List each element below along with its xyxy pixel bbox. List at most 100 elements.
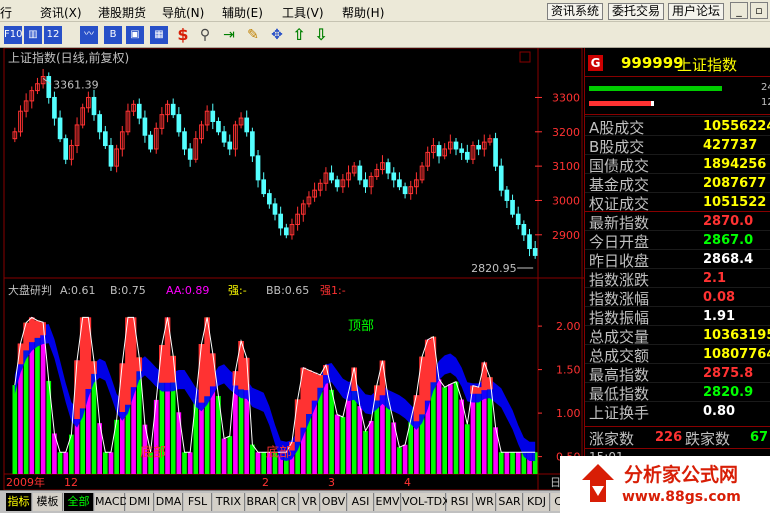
indicator-tick-label: 1.50 xyxy=(556,364,581,377)
quote-row-value: 1894256 xyxy=(703,157,767,172)
candle-body xyxy=(532,248,538,256)
tab-macd[interactable]: MACD xyxy=(95,493,128,511)
candle-body xyxy=(91,96,97,116)
forum-button[interactable]: 用户论坛 xyxy=(668,3,725,20)
tab-模板[interactable]: 模板 xyxy=(33,493,63,511)
tab-rsi[interactable]: RSI xyxy=(447,493,473,511)
chart-close-icon xyxy=(519,51,531,63)
f10-icon[interactable]: F10 xyxy=(4,26,22,44)
quote-row: 指数涨幅 0.08 xyxy=(585,287,770,308)
chart-svg[interactable]: 上证指数(日线,前复权) 3300 3200 3100 3000 2900 3361.39 2… xyxy=(0,48,584,490)
menu-hk-futures[interactable]: 港股期货 xyxy=(98,4,146,21)
tab-dma[interactable]: DMA xyxy=(155,493,183,511)
tab-dmi[interactable]: DMI xyxy=(126,493,154,511)
candle-body xyxy=(176,114,182,133)
tab-kdj[interactable]: KDJ xyxy=(524,493,550,511)
candle-body xyxy=(363,179,368,188)
quote-row: 基金成交 2087677 xyxy=(585,173,770,194)
candle-body xyxy=(283,227,289,236)
quote-row-label: 上证换手 xyxy=(589,404,650,422)
screen-icon[interactable]: ▦ xyxy=(150,26,168,44)
window-icon[interactable]: ▣ xyxy=(126,26,144,44)
quote-row: 指数涨跌 2.1 xyxy=(585,268,770,289)
candle-body xyxy=(267,193,272,205)
indicator-bar xyxy=(102,452,108,474)
menu-assist[interactable]: 辅助(E) xyxy=(222,4,263,21)
indicator-bar xyxy=(448,384,453,474)
quote-row-value: 2.1 xyxy=(703,271,727,286)
line-chart-icon[interactable]: 〰 xyxy=(80,26,98,44)
f12-icon[interactable]: 12 xyxy=(44,26,62,44)
annotation-bottom-1: 底部 xyxy=(140,444,166,460)
tab-asi[interactable]: ASI xyxy=(348,493,374,511)
minimize-icon[interactable]: _ xyxy=(730,2,748,19)
indicator-bar xyxy=(436,379,442,474)
tab-trix[interactable]: TRIX xyxy=(213,493,245,511)
up-value: 226 xyxy=(655,430,683,445)
tab-vr[interactable]: VR xyxy=(300,493,320,511)
cross-arrows-icon[interactable]: ✥ xyxy=(268,26,286,44)
indicator-bar xyxy=(255,452,261,474)
indicator-bb: BB:0.65 xyxy=(266,284,309,297)
quote-row-value: 2867.0 xyxy=(703,233,754,248)
g-icon[interactable]: G xyxy=(588,55,603,71)
watermark-url: www.88gs.com xyxy=(622,489,741,505)
toolbar: F10 ▥ 12 〰 B ▣ ▦ $ ⚲ ⇥ ✎ ✥ ⇧ ⇩ xyxy=(0,22,770,48)
menu-help[interactable]: 帮助(H) xyxy=(342,4,384,21)
indicator-bar xyxy=(504,452,510,474)
menu-trade[interactable]: 行 xyxy=(0,4,12,21)
tab-obv[interactable]: OBV xyxy=(321,493,347,511)
candle-body xyxy=(329,172,334,181)
candle-body xyxy=(436,145,442,157)
indicator-bar xyxy=(182,452,187,474)
quote-row: 总成交额108077647 xyxy=(585,344,770,365)
tab-brar[interactable]: BRAR xyxy=(246,493,278,511)
bar-chart-icon[interactable]: ▥ xyxy=(24,26,42,44)
trade-button[interactable]: 委托交易 xyxy=(608,3,665,20)
indicator-bar xyxy=(108,452,114,474)
main-chart-area[interactable]: 上证指数(日线,前复权) 3300 3200 3100 3000 2900 3361.39 2… xyxy=(0,48,584,490)
candle-body xyxy=(244,117,250,133)
candle-body xyxy=(515,213,521,225)
indicator-bar xyxy=(40,322,46,474)
pen-icon[interactable]: ✎ xyxy=(244,26,262,44)
quote-header: G 999999 上证指数 xyxy=(585,52,770,74)
quote-row-value: 0.08 xyxy=(703,290,736,305)
tab-fsl[interactable]: FSL xyxy=(184,493,212,511)
indicator-bar xyxy=(510,452,515,474)
menu-navigate[interactable]: 导航(N) xyxy=(162,4,204,21)
up-arrow-icon[interactable]: ⇧ xyxy=(290,26,308,44)
candle-body xyxy=(476,145,481,150)
down-arrow-icon[interactable]: ⇩ xyxy=(312,26,330,44)
tab-wr[interactable]: WR xyxy=(474,493,496,511)
app-window: 行 资讯(X) 港股期货 导航(N) 辅助(E) 工具(V) 帮助(H) 资讯系… xyxy=(0,0,770,513)
indicator-tick-label: 2.00 xyxy=(556,320,581,333)
x-axis-label: 4 xyxy=(404,476,411,489)
candle-body xyxy=(498,165,504,191)
tab-sar[interactable]: SAR xyxy=(497,493,523,511)
watermark-title: 分析家公式网 xyxy=(624,464,739,486)
indicator-bar xyxy=(464,424,470,474)
candle-body xyxy=(142,117,148,136)
annotation-top: 顶部 xyxy=(348,319,374,334)
menu-news[interactable]: 资讯(X) xyxy=(40,4,82,21)
link-icon[interactable]: ⚲ xyxy=(196,26,214,44)
news-system-button[interactable]: 资讯系统 xyxy=(547,3,604,20)
candle-body xyxy=(464,151,470,160)
tab-cr[interactable]: CR xyxy=(279,493,299,511)
indicator-bar xyxy=(402,444,408,474)
tab-全部[interactable]: 全部 xyxy=(64,493,94,511)
menu-tools[interactable]: 工具(V) xyxy=(282,4,324,21)
restore-icon[interactable]: ▫ xyxy=(750,2,768,19)
indicator-bar xyxy=(357,406,363,474)
candle-body xyxy=(453,141,459,150)
candle-body xyxy=(261,179,267,195)
export-icon[interactable]: ⇥ xyxy=(220,26,238,44)
x-axis-label: 12 xyxy=(64,476,78,489)
dollar-icon[interactable]: $ xyxy=(174,26,192,44)
tab-vol-tdx[interactable]: VOL-TDX xyxy=(402,493,450,511)
tab-指标[interactable]: 指标 xyxy=(6,493,32,511)
indicator-bar xyxy=(12,385,18,474)
tab-emv[interactable]: EMV xyxy=(375,493,401,511)
bsi-icon[interactable]: B xyxy=(104,26,122,44)
